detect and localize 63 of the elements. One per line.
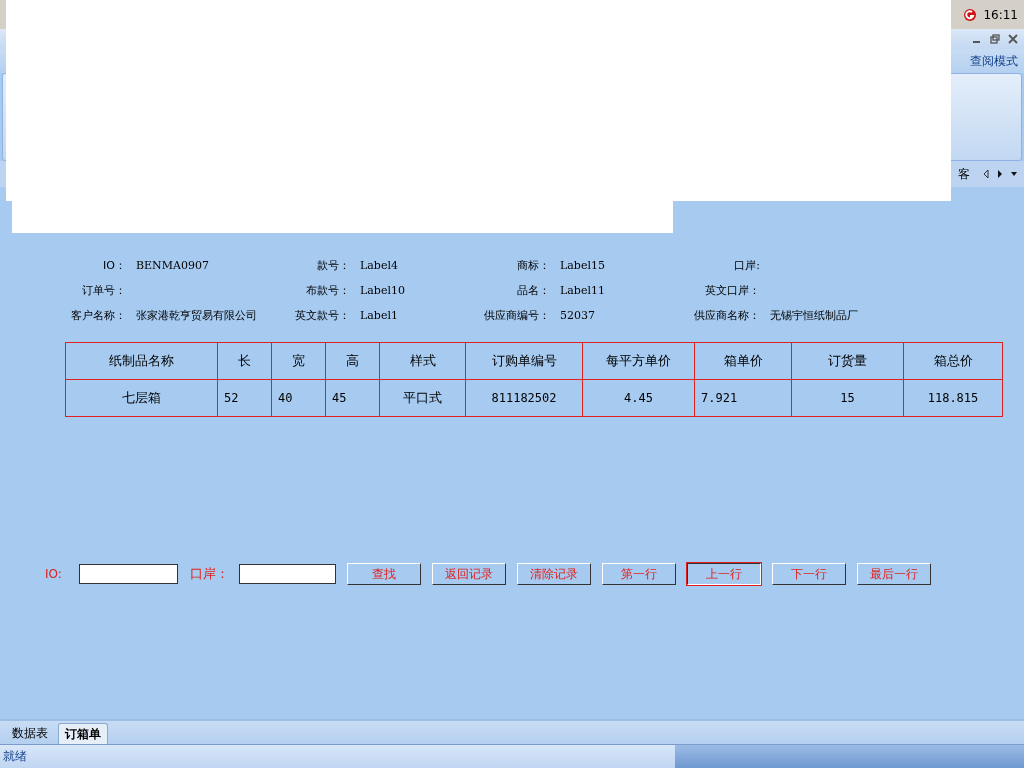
column-header: 样式 bbox=[379, 342, 466, 380]
sheet-tab[interactable]: 订箱单 bbox=[58, 723, 108, 744]
status-text: 就绪 bbox=[2, 748, 28, 765]
field-label: 英文款号： bbox=[294, 308, 351, 324]
table-cell: 40 bbox=[271, 379, 326, 417]
nav-button[interactable]: 返回记录 bbox=[432, 563, 506, 585]
column-header: 长 bbox=[217, 342, 272, 380]
table-cell: 45 bbox=[325, 379, 380, 417]
nav-button[interactable]: 清除记录 bbox=[517, 563, 591, 585]
field-label: 品名： bbox=[516, 283, 551, 299]
nav-button[interactable]: 最后一行 bbox=[857, 563, 931, 585]
nav-button[interactable]: 第一行 bbox=[602, 563, 676, 585]
column-header: 宽 bbox=[271, 342, 326, 380]
field-value: Label11 bbox=[560, 284, 605, 297]
field-value: 52037 bbox=[560, 309, 595, 322]
table-cell: 52 bbox=[217, 379, 272, 417]
table-cell: 118.815 bbox=[903, 379, 1003, 417]
sheet-tab[interactable]: 数据表 bbox=[6, 723, 54, 744]
scroll-left-icon[interactable] bbox=[982, 169, 990, 179]
field-value: BENMA0907 bbox=[136, 259, 209, 272]
column-header: 订货量 bbox=[791, 342, 904, 380]
column-header: 箱总价 bbox=[903, 342, 1003, 380]
nav-button[interactable]: 查找 bbox=[347, 563, 421, 585]
field-label: 供应商编号： bbox=[483, 308, 551, 324]
column-header: 每平方单价 bbox=[582, 342, 695, 380]
field-value: Label15 bbox=[560, 259, 605, 272]
column-header: 高 bbox=[325, 342, 380, 380]
port-input-field[interactable] bbox=[239, 564, 336, 584]
table-cell: 811182502 bbox=[465, 379, 583, 417]
field-label: IO： bbox=[102, 258, 127, 274]
table-cell: 7.921 bbox=[694, 379, 792, 417]
field-value: Label1 bbox=[360, 309, 398, 322]
field-label: 英文口岸： bbox=[704, 283, 761, 299]
scroll-right-icon[interactable] bbox=[996, 169, 1004, 179]
nav-button[interactable]: 上一行 bbox=[687, 563, 761, 585]
search-label: 口岸： bbox=[190, 565, 230, 583]
field-value: Label10 bbox=[360, 284, 405, 297]
taskbar-clock: 16:11 bbox=[983, 7, 1018, 22]
field-label: 口岸: bbox=[733, 258, 761, 274]
mode-label[interactable]: 查阅模式 bbox=[970, 52, 1018, 70]
nav-button[interactable]: 下一行 bbox=[772, 563, 846, 585]
field-label: 订单号： bbox=[81, 283, 127, 299]
field-label: 布款号： bbox=[305, 283, 351, 299]
search-label: IO: bbox=[45, 567, 63, 581]
ribbon-tab[interactable]: 客 bbox=[958, 165, 970, 183]
column-header: 订购单编号 bbox=[465, 342, 583, 380]
field-label: 款号： bbox=[316, 258, 351, 274]
table-cell: 4.45 bbox=[582, 379, 695, 417]
io-input-field[interactable] bbox=[79, 564, 178, 584]
field-value: Label4 bbox=[360, 259, 398, 272]
field-label: 供应商名称： bbox=[693, 308, 761, 324]
table-cell: 15 bbox=[791, 379, 904, 417]
field-label: 客户名称： bbox=[70, 308, 127, 324]
table-cell: 平口式 bbox=[379, 379, 466, 417]
tray-app-icon[interactable] bbox=[963, 7, 978, 22]
field-value: 张家港乾亨贸易有限公司 bbox=[136, 309, 257, 322]
close-icon[interactable] bbox=[1008, 34, 1018, 44]
column-header: 箱单价 bbox=[694, 342, 792, 380]
field-value: 无锡宇恒纸制品厂 bbox=[770, 309, 858, 322]
table-cell: 七层箱 bbox=[65, 379, 218, 417]
field-label: 商标： bbox=[516, 258, 551, 274]
restore-icon[interactable] bbox=[990, 34, 1000, 44]
column-header: 纸制品名称 bbox=[65, 342, 218, 380]
